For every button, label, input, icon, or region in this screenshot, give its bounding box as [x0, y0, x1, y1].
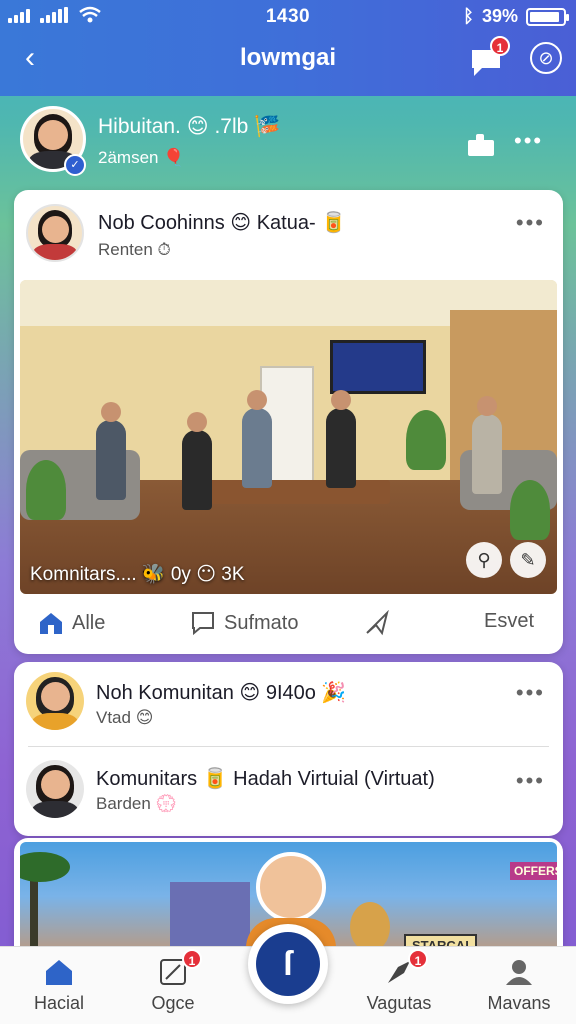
more-icon[interactable]: ••• [516, 768, 545, 794]
photo-plant [26, 460, 66, 520]
community-title: Komunitars 🥫 Hadah Virtuial (Virtuat) [96, 768, 435, 790]
save-action-button[interactable]: Esvet [484, 610, 534, 633]
status-bar: 1430 ᛒ 39% [0, 4, 576, 28]
nav-tab-edit[interactable]: 1 Ogce [118, 949, 228, 1014]
user-icon [506, 960, 532, 985]
photo-plant [510, 480, 550, 540]
photo-caption: Komnitars.... 🐝 0y 😶 3K [30, 564, 245, 585]
chat-badge: 1 [490, 36, 510, 56]
photo-table [210, 480, 390, 504]
photo-person [326, 390, 356, 488]
photo-person [242, 390, 272, 488]
nav-label: Hacial [33, 993, 85, 1013]
profile-subtitle: 2ämsen 🎈 [98, 148, 185, 167]
photo-person [182, 412, 212, 510]
photo-person [472, 396, 502, 494]
top-app-bar: 1430 ᛒ 39% ‹ lowmgai 1 ⊘ [0, 0, 576, 96]
more-icon[interactable]: ••• [514, 128, 543, 154]
status-right: ᛒ 39% [463, 6, 569, 27]
community-card: Noh Komunitan 😊 9I40o 🎉 Vtad 😊 ••• Komun… [14, 662, 563, 836]
nav-badge: 1 [182, 949, 202, 969]
edit-icon: 1 [158, 949, 202, 987]
verified-icon: ✓ [64, 154, 86, 176]
nav-label: Vagutas [366, 993, 432, 1013]
profile-strip: ✓ Hibuitan. 😊 .7lb 🎏 2ämsen 🎈 ••• [0, 100, 576, 186]
divider [28, 746, 549, 747]
nav-row: ‹ lowmgai 1 ⊘ [0, 36, 576, 80]
music-note-icon: ſ [256, 932, 320, 996]
compass-icon: ⊘ [538, 48, 554, 68]
neon-sign: OFFERS [510, 862, 557, 880]
send-icon [366, 610, 389, 636]
create-button[interactable]: ſ [248, 924, 328, 1004]
compass-button[interactable]: ⊘ [530, 42, 562, 74]
like-icon[interactable] [466, 132, 496, 156]
nav-tab-home[interactable]: Hacial [4, 953, 114, 1014]
bluetooth-icon: ᛒ [463, 6, 474, 26]
community-meta: Barden 💮 [96, 794, 177, 813]
post-meta: Renten ⏱ [98, 240, 171, 259]
action-label: Sufmato [224, 611, 299, 634]
nav-tab-profile[interactable]: Mavans [464, 953, 574, 1014]
post-actions: Alle Sufmato Esvet [14, 604, 563, 648]
nav-badge: 1 [408, 949, 428, 969]
action-label: Esvet [484, 610, 535, 632]
post-photo[interactable]: Komnitars.... 🐝 0y 😶 3K ⚲ ✎ [20, 280, 557, 594]
photo-person [96, 402, 126, 500]
home-icon [46, 960, 72, 985]
more-icon[interactable]: ••• [516, 680, 545, 706]
photo-tv [330, 340, 426, 394]
guitar [350, 902, 390, 952]
location-pin-icon[interactable]: ⚲ [466, 542, 502, 578]
community-meta: Vtad 😊 [96, 708, 154, 727]
photo-plant [406, 410, 446, 470]
nav-tab-explore[interactable]: 1 Vagutas [344, 949, 454, 1014]
post-avatar[interactable] [26, 204, 84, 262]
community-title: Noh Komunitan 😊 9I40o 🎉 [96, 682, 347, 704]
palm-leaves [20, 852, 70, 882]
post-author: Nob Coohinns 😊 Katua- 🥫 [98, 212, 347, 234]
home-action-button[interactable]: Alle [38, 610, 105, 636]
share-action-button[interactable] [364, 610, 390, 636]
chat-button[interactable]: 1 [468, 36, 510, 78]
community-avatar[interactable] [26, 672, 84, 730]
battery-icon [526, 7, 569, 26]
rocket-icon: 1 [384, 949, 428, 987]
more-icon[interactable]: ••• [516, 210, 545, 236]
community-avatar[interactable] [26, 760, 84, 818]
battery-percent: 39% [481, 6, 518, 26]
comment-action-button[interactable]: Sufmato [190, 610, 298, 636]
nav-label: Ogce [151, 993, 195, 1013]
edit-icon[interactable]: ✎ [510, 542, 546, 578]
action-label: Alle [72, 611, 106, 634]
nav-label: Mavans [487, 993, 551, 1013]
cartoon-boy [256, 852, 326, 922]
profile-name: Hibuitan. 😊 .7lb 🎏 [98, 115, 281, 138]
post-card: Nob Coohinns 😊 Katua- 🥫 Renten ⏱ ••• Kom… [14, 190, 563, 654]
comment-icon [192, 612, 214, 636]
home-icon [40, 613, 62, 634]
